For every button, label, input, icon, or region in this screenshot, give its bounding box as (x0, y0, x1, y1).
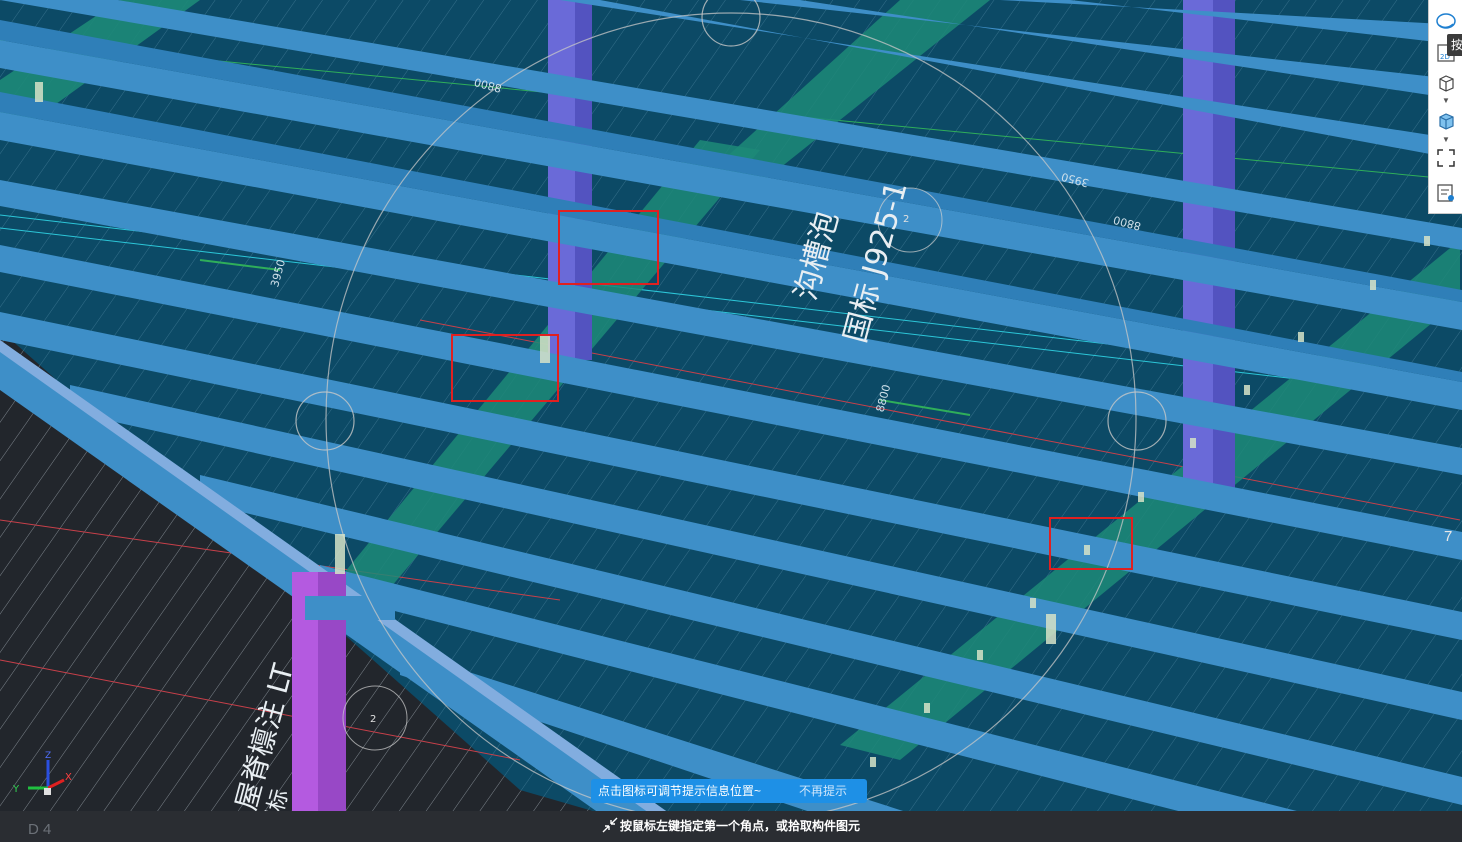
fullscreen-icon (1437, 149, 1455, 167)
fullscreen-button[interactable] (1433, 145, 1459, 171)
xyz-axis-icon: Z X Y (12, 751, 72, 795)
wireframe-view-button[interactable] (1433, 70, 1459, 96)
wireframe-cube-icon (1439, 75, 1454, 92)
status-bar: 按鼠标左键指定第一个角点，或拾取构件图元 (0, 811, 1462, 842)
scene-svg: 8800 3950 3950 8800 8800 沟槽泡 国标 J925-1 屋… (0, 0, 1462, 842)
axis-marker-text: 2 (903, 214, 909, 225)
shaded-cube-icon (1439, 113, 1454, 130)
properties-icon (1437, 184, 1454, 202)
properties-button[interactable] (1433, 180, 1459, 206)
shaded-view-button[interactable] (1433, 108, 1459, 134)
orbit-button[interactable] (1433, 8, 1459, 34)
chevron-down-icon[interactable]: ▼ (1441, 136, 1451, 144)
grid-axis-number: 7 (1444, 528, 1453, 545)
tip-banner[interactable]: 点击图标可调节提示信息位置~ 不再提示 (591, 779, 867, 803)
command-prompt: 按鼠标左键指定第一个角点，或拾取构件图元 (620, 819, 861, 833)
grid-label: D 4 (28, 821, 52, 838)
axis-indicator: Z X Y (8, 748, 78, 804)
orbit-icon (1436, 13, 1456, 29)
view-toolbar: 2D ▼ ▼ (1428, 0, 1462, 214)
column-cap (305, 596, 395, 620)
tip-message: 点击图标可调节提示信息位置~ (598, 784, 762, 798)
collapse-arrows-icon[interactable] (601, 816, 619, 834)
chevron-down-icon[interactable]: ▼ (1441, 97, 1451, 105)
svg-text:Y: Y (12, 784, 20, 795)
svg-text:X: X (65, 772, 72, 783)
toolbar-tooltip: 按 (1447, 34, 1462, 56)
svg-text:Z: Z (45, 751, 51, 761)
axis-marker-text: 2 (370, 714, 376, 725)
3d-viewport[interactable]: 8800 3950 3950 8800 8800 沟槽泡 国标 J925-1 屋… (0, 0, 1462, 842)
dismiss-tip-button[interactable]: 不再提示 (799, 779, 847, 803)
